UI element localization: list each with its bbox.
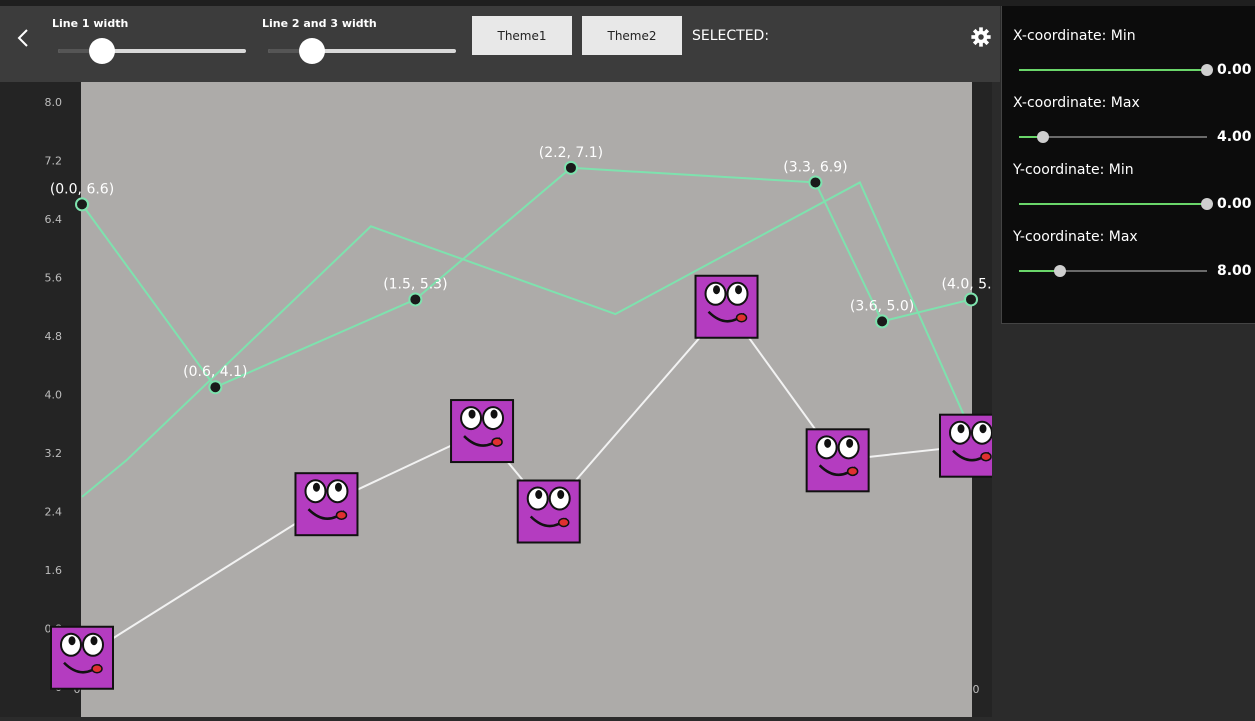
data-label: (0.6, 4.1)	[183, 364, 247, 380]
data-label: (3.3, 6.9)	[783, 159, 847, 175]
line23-width-slider-thumb[interactable]	[299, 38, 325, 64]
series-1-marker	[563, 160, 578, 175]
back-arrow-icon[interactable]	[12, 26, 36, 50]
gear-icon[interactable]	[970, 26, 992, 48]
x-min-slider-thumb[interactable]	[1201, 64, 1213, 76]
series-1-marker	[808, 175, 823, 190]
y-tick-label: 1.6	[45, 564, 63, 577]
face-marker-icon	[50, 625, 114, 690]
y-tick-label: 4.8	[45, 330, 63, 343]
series-1-marker	[408, 292, 423, 307]
y-tick-label: 6.4	[45, 213, 63, 226]
y-tick-label: 2.4	[45, 506, 63, 519]
series-1-marker	[208, 380, 223, 395]
face-marker-icon	[694, 274, 759, 339]
y-min-value: 0.00	[1217, 196, 1252, 212]
line1-width-slider-thumb[interactable]	[89, 38, 115, 64]
x-min-value: 0.00	[1217, 62, 1252, 78]
plot-area	[81, 82, 972, 717]
line-chart: 8.07.26.45.64.84.03.22.41.60.8000(0.0, 6…	[0, 82, 992, 717]
y-tick-label: 5.6	[45, 272, 63, 285]
y-min-slider-fill	[1019, 203, 1207, 205]
y-tick-label: 8.0	[45, 96, 63, 109]
face-marker-icon	[450, 399, 515, 464]
face-marker-icon	[516, 479, 581, 544]
x-min-slider-fill	[1019, 69, 1207, 71]
toolbar: Line 1 width Line 2 and 3 width Theme1 T…	[0, 6, 1000, 82]
line23-width-label: Line 2 and 3 width	[262, 17, 377, 30]
series-1-marker	[75, 197, 89, 212]
y-max-label: Y-coordinate: Max	[1013, 229, 1138, 245]
x-max-label: X-coordinate: Max	[1013, 95, 1140, 111]
y-tick-label: 7.2	[45, 155, 63, 168]
data-label: (4.0, 5.3	[942, 276, 992, 292]
y-max-value: 8.00	[1217, 263, 1252, 279]
data-label: (1.5, 5.3)	[383, 276, 447, 292]
data-label: (2.2, 7.1)	[539, 145, 603, 161]
x-tick-label: 0	[973, 683, 980, 696]
x-max-slider-thumb[interactable]	[1037, 131, 1050, 143]
y-min-slider-thumb[interactable]	[1201, 198, 1213, 210]
chart-area: 8.07.26.45.64.84.03.22.41.60.8000(0.0, 6…	[0, 82, 992, 717]
face-marker-icon	[294, 472, 359, 537]
data-label: (0.0, 6.6)	[50, 181, 114, 197]
series-1-marker	[875, 314, 890, 329]
y-tick-label: 3.2	[45, 447, 63, 460]
axis-settings-panel: X-coordinate: Min 0.00 X-coordinate: Max…	[1001, 6, 1255, 324]
y-min-label: Y-coordinate: Min	[1013, 162, 1134, 178]
face-marker-icon	[805, 428, 870, 493]
selected-label: SELECTED:	[692, 28, 770, 44]
y-tick-label: 4.0	[45, 389, 63, 402]
series-1-marker	[964, 292, 978, 307]
x-max-value: 4.00	[1217, 129, 1252, 145]
theme2-button[interactable]: Theme2	[582, 16, 682, 55]
theme1-button[interactable]: Theme1	[472, 16, 572, 55]
x-min-label: X-coordinate: Min	[1013, 28, 1136, 44]
face-marker-icon	[939, 413, 992, 478]
data-label: (3.6, 5.0)	[850, 298, 914, 314]
y-max-slider-thumb[interactable]	[1054, 265, 1067, 277]
line1-width-label: Line 1 width	[52, 17, 129, 30]
